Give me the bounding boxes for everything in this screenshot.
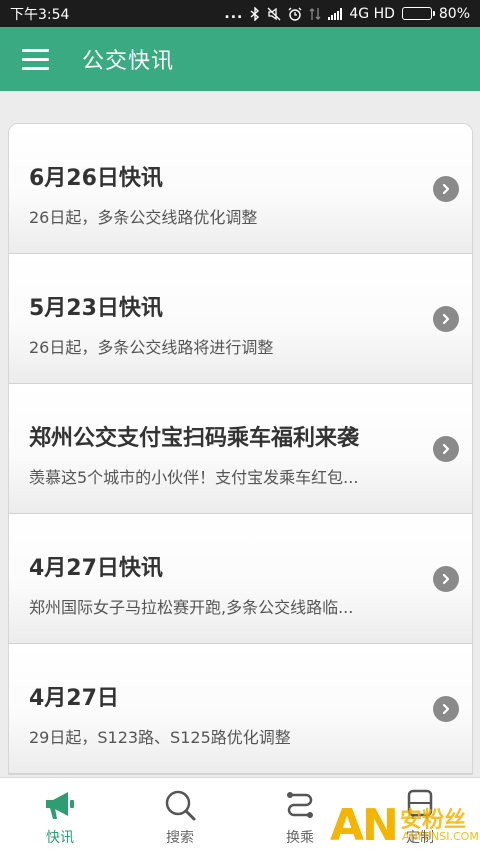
news-item[interactable]: 郑州公交支付宝扫码乘车福利来袭 羡慕这5个城市的小伙伴！支付宝发乘车红包... (9, 384, 472, 514)
notification-dots: ... (224, 5, 244, 22)
news-item[interactable]: 6月26日快讯 26日起，多条公交线路优化调整 (9, 124, 472, 254)
chevron-right-icon (433, 696, 459, 722)
search-icon (165, 790, 196, 821)
chevron-right-icon (433, 566, 459, 592)
news-item[interactable]: 4月27日 29日起，S123路、S125路优化调整 (9, 644, 472, 774)
chevron-right-icon (433, 176, 459, 202)
chevron-right-icon (433, 436, 459, 462)
hamburger-line (21, 57, 49, 61)
news-title: 郑州公交支付宝扫码乘车福利来袭 (29, 426, 360, 451)
watermark-an: AN (330, 800, 399, 851)
tab-label: 快讯 (46, 830, 74, 846)
news-subtitle: 26日起，多条公交线路优化调整 (29, 208, 258, 227)
news-list: 6月26日快讯 26日起，多条公交线路优化调整 5月23日快讯 26日起，多条公… (8, 123, 473, 775)
app-bar: 公交快讯 (0, 27, 480, 91)
watermark-logo: AN 安粉丝 ANFENSI.COM (330, 800, 480, 853)
news-title: 4月27日快讯 (29, 556, 163, 581)
signal-icon (328, 7, 343, 20)
status-icons: ... 4G HD 80% (224, 6, 470, 22)
alarm-icon (288, 7, 302, 21)
data-transfer-icon (309, 7, 321, 20)
news-item[interactable]: 4月27日快讯 郑州国际女子马拉松赛开跑,多条公交线路临... (9, 514, 472, 644)
megaphone-icon (46, 792, 74, 819)
tab-label: 搜索 (166, 830, 194, 846)
mute-icon (267, 7, 281, 20)
tab-label: 换乘 (286, 830, 314, 846)
news-subtitle: 羡慕这5个城市的小伙伴！支付宝发乘车红包... (29, 468, 359, 487)
menu-button[interactable] (0, 27, 70, 91)
status-time: 下午3:54 (10, 6, 70, 23)
news-subtitle: 26日起，多条公交线路将进行调整 (29, 338, 274, 357)
news-subtitle: 郑州国际女子马拉松赛开跑,多条公交线路临... (29, 598, 354, 617)
news-title: 4月27日 (29, 686, 119, 711)
news-subtitle: 29日起，S123路、S125路优化调整 (29, 728, 291, 747)
hamburger-line (21, 66, 49, 70)
hamburger-icon (21, 48, 49, 52)
page-title: 公交快讯 (82, 49, 175, 74)
tab-news[interactable]: 快讯 (0, 778, 120, 853)
bluetooth-icon (250, 6, 260, 21)
watermark-url: ANFENSI.COM (402, 830, 479, 843)
news-item[interactable]: 5月23日快讯 26日起，多条公交线路将进行调整 (9, 254, 472, 384)
network-label: 4G HD (349, 5, 395, 22)
news-title: 6月26日快讯 (29, 166, 163, 191)
battery-icon (401, 7, 435, 20)
chevron-right-icon (433, 306, 459, 332)
news-title: 5月23日快讯 (29, 296, 163, 321)
tab-search[interactable]: 搜索 (120, 778, 240, 853)
transfer-route-icon (287, 792, 313, 818)
status-bar: 下午3:54 ... 4G HD 80% (0, 0, 480, 27)
battery-text: 80% (438, 5, 470, 22)
